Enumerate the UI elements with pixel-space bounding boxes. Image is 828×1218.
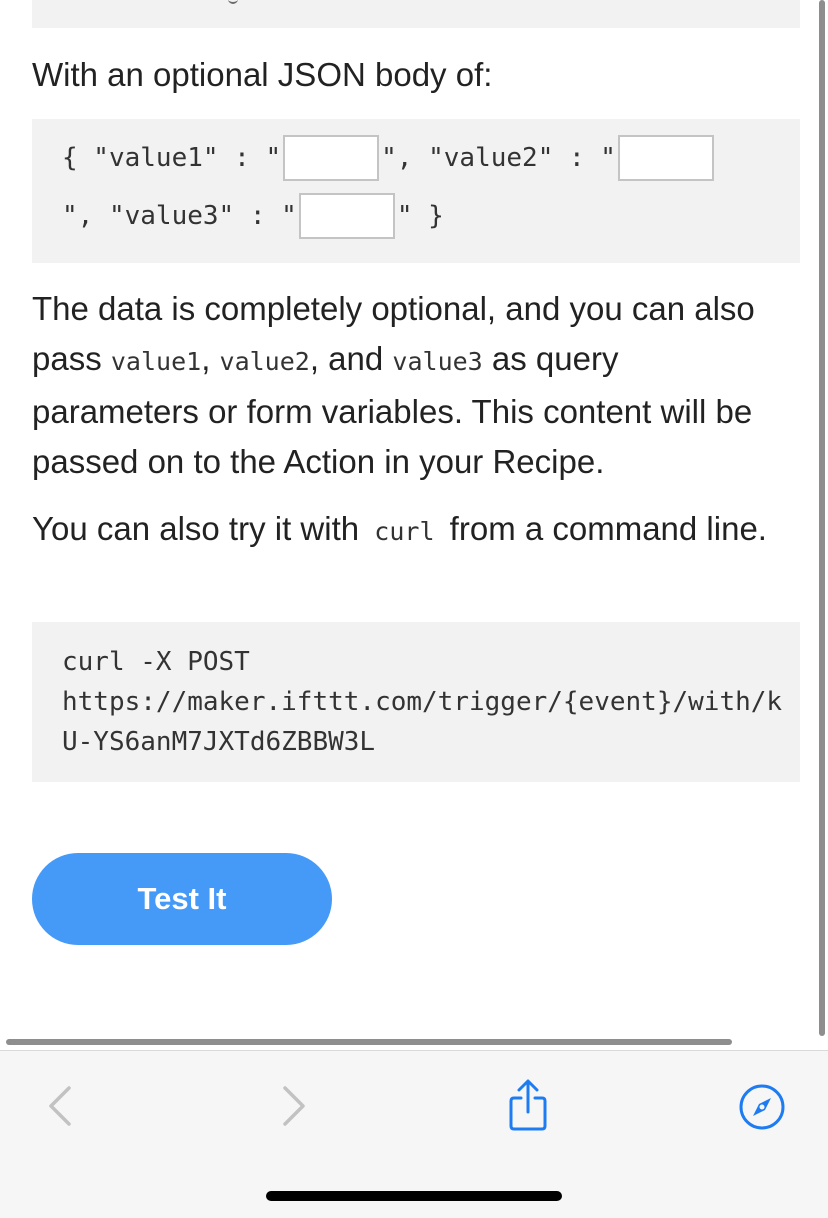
- code-value1: value1: [110, 347, 202, 376]
- code-fragment: [228, 0, 238, 4]
- json-line2-text: ", "value3" : ": [62, 201, 297, 231]
- horizontal-scrollbar[interactable]: [6, 1039, 732, 1045]
- code-curl: curl: [374, 517, 435, 546]
- json-close-text: " }: [396, 201, 444, 231]
- value1-input[interactable]: [283, 135, 380, 181]
- open-in-browser-button[interactable]: [732, 1077, 792, 1137]
- curl-note-paragraph: You can also try it with curl from a com…: [32, 504, 792, 557]
- code-value3: value3: [392, 347, 483, 376]
- forward-button[interactable]: [264, 1076, 324, 1136]
- chevron-right-icon: [283, 1086, 305, 1126]
- previous-code-block: [32, 0, 800, 28]
- curl-note-text-2: from a command line.: [440, 510, 767, 547]
- json-line-1: { "value1" : " ", "value2" : ": [62, 131, 716, 185]
- code-value2: value2: [219, 347, 310, 376]
- json-body-block: { "value1" : " ", "value2" : " ", "value3…: [32, 119, 800, 263]
- share-button[interactable]: [498, 1075, 558, 1135]
- home-indicator[interactable]: [266, 1191, 562, 1201]
- browser-toolbar: [0, 1050, 828, 1218]
- test-it-button[interactable]: Test It: [32, 853, 332, 945]
- curl-line-1: curl -X POST: [62, 647, 250, 677]
- description-sep-2: , and: [309, 340, 393, 377]
- value2-input[interactable]: [617, 135, 714, 181]
- chevron-left-icon: [49, 1086, 71, 1126]
- json-body-label: With an optional JSON body of:: [32, 56, 493, 93]
- compass-icon: [739, 1084, 785, 1130]
- curl-note-text-1: You can also try it with: [32, 510, 369, 547]
- back-button[interactable]: [30, 1076, 90, 1136]
- vertical-scrollbar[interactable]: [819, 0, 825, 1036]
- page: With an optional JSON body of: { "value1…: [0, 0, 828, 1218]
- json-line-2: ", "value3" : " " }: [62, 189, 444, 243]
- value3-input[interactable]: [298, 193, 395, 239]
- curl-line-2: https://maker.ifttt.com/trigger/{event}/…: [62, 687, 783, 717]
- share-icon: [509, 1079, 547, 1131]
- description-paragraph: The data is completely optional, and you…: [32, 284, 792, 487]
- json-mid-text: ", "value2" : ": [381, 143, 616, 173]
- description-sep-1: ,: [201, 340, 220, 377]
- json-open-text: { "value1" : ": [62, 143, 282, 173]
- curl-command-block: curl -X POST https://maker.ifttt.com/tri…: [32, 622, 800, 782]
- curl-line-3: U-YS6anM7JXTd6ZBBW3L: [62, 727, 376, 757]
